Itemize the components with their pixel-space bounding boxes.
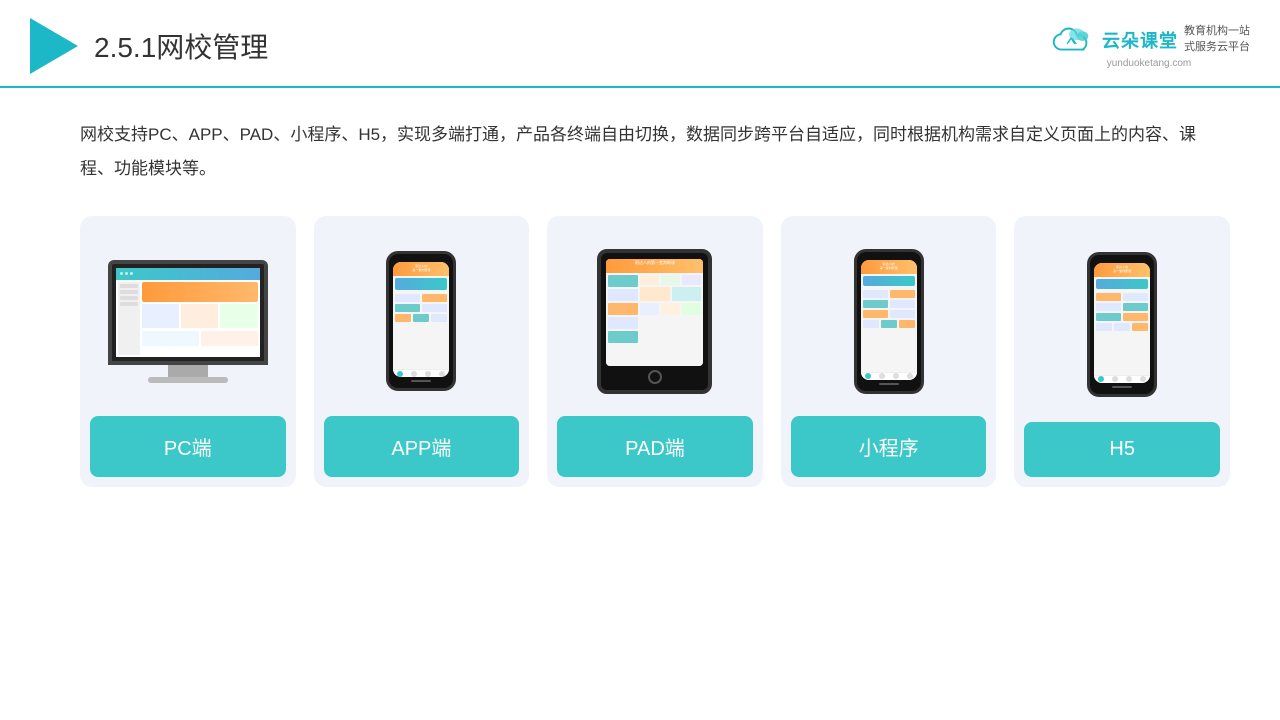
- phone-body-h5: 职达人的第一堂判断课: [1087, 252, 1157, 397]
- page-title: 2.5.1网校管理: [94, 26, 268, 66]
- device-phone-mockup-app: 职达人的第一堂判断课: [386, 251, 456, 391]
- brand-name-text: 云朵课堂: [1102, 27, 1178, 53]
- tablet-body: 职达人的第一堂判断课: [597, 249, 712, 394]
- card-pc-image: [80, 216, 296, 416]
- device-tablet-mockup: 职达人的第一堂判断课: [597, 249, 712, 394]
- card-miniapp-image: 职达人的第一堂判断课: [781, 216, 997, 416]
- brand-logo: 云朵课堂 教育机构一站 式服务云平台 yunduoketang.com: [1048, 24, 1250, 69]
- phone-body-app: 职达人的第一堂判断课: [386, 251, 456, 391]
- brand-url: yunduoketang.com: [1107, 58, 1192, 69]
- card-app-image: 职达人的第一堂判断课: [314, 216, 530, 416]
- device-phone-mockup-miniapp: 职达人的第一堂判断课: [854, 249, 924, 394]
- card-app: 职达人的第一堂判断课: [314, 216, 530, 487]
- page-header: 2.5.1网校管理 云朵课堂 教育机构一站 式服务云平台 yunduoketan…: [0, 0, 1280, 88]
- phone-body-miniapp: 职达人的第一堂判断课: [854, 249, 924, 394]
- logo-triangle-icon: [30, 18, 78, 74]
- device-phone-mockup-h5: 职达人的第一堂判断课: [1087, 252, 1157, 397]
- card-pc-label: PC端: [90, 416, 286, 477]
- card-pad-image: 职达人的第一堂判断课: [547, 216, 763, 416]
- pc-monitor: [108, 260, 268, 365]
- platform-cards-row: PC端 职达人的第一堂判断课: [80, 216, 1230, 487]
- card-miniapp-label: 小程序: [791, 416, 987, 477]
- card-pad: 职达人的第一堂判断课: [547, 216, 763, 487]
- card-miniapp: 职达人的第一堂判断课: [781, 216, 997, 487]
- card-app-label: APP端: [324, 416, 520, 477]
- main-content: 网校支持PC、APP、PAD、小程序、H5，实现多端打通，产品各终端自由切换，数…: [0, 88, 1280, 507]
- card-pad-label: PAD端: [557, 416, 753, 477]
- brand-slogan: 教育机构一站 式服务云平台: [1184, 24, 1250, 55]
- card-pc: PC端: [80, 216, 296, 487]
- card-h5: 职达人的第一堂判断课: [1014, 216, 1230, 487]
- cloud-icon: [1048, 24, 1096, 56]
- card-h5-label: H5: [1024, 422, 1220, 477]
- device-pc-mockup: [108, 260, 268, 383]
- card-h5-image: 职达人的第一堂判断课: [1014, 216, 1230, 422]
- header-left: 2.5.1网校管理: [30, 18, 268, 74]
- description-text: 网校支持PC、APP、PAD、小程序、H5，实现多端打通，产品各终端自由切换，数…: [80, 118, 1230, 186]
